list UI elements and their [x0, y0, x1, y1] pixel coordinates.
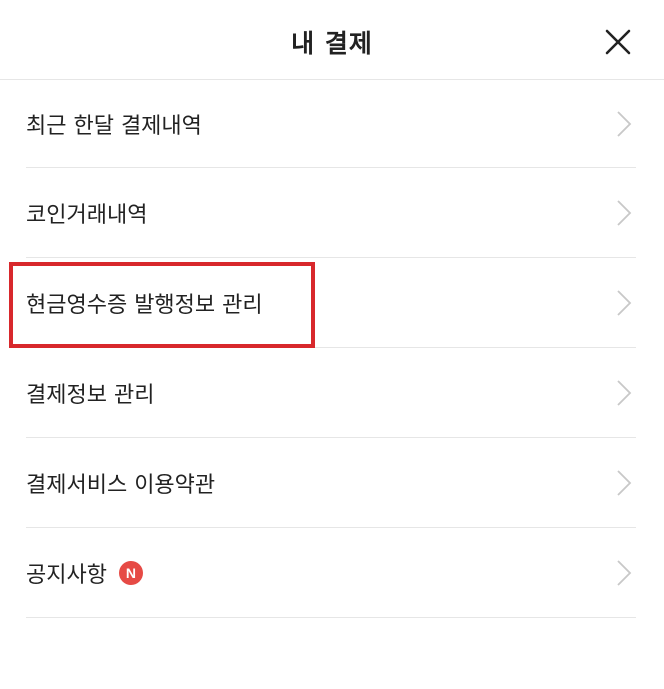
menu-item-label: 최근 한달 결제내역: [26, 113, 202, 139]
menu-item-notices[interactable]: 공지사항 N: [26, 528, 636, 618]
menu-item-label: 결제서비스 이용약관: [26, 472, 216, 498]
new-badge: N: [118, 560, 143, 585]
chevron-right-icon: [617, 559, 632, 586]
chevron-right-icon: [617, 289, 632, 316]
close-button[interactable]: [600, 24, 636, 60]
menu-item-cash-receipt-settings[interactable]: 현금영수증 발행정보 관리: [26, 258, 636, 348]
menu-item-recent-payments[interactable]: 최근 한달 결제내역: [26, 80, 636, 168]
payment-menu-list: 최근 한달 결제내역 코인거래내역 현금영수증 발행정보 관리 결제정보 관리 …: [26, 80, 636, 618]
menu-item-label: 결제정보 관리: [26, 382, 155, 408]
menu-item-label: 코인거래내역: [26, 202, 148, 228]
chevron-right-icon: [617, 199, 632, 226]
page-title: 내 결제: [291, 29, 373, 58]
menu-item-label: 현금영수증 발행정보 관리: [26, 292, 263, 318]
header-bar: 내 결제: [0, 0, 664, 80]
chevron-right-icon: [617, 379, 632, 406]
chevron-right-icon: [617, 110, 632, 137]
menu-item-label-wrap: 공지사항 N: [26, 557, 143, 589]
menu-item-coin-transactions[interactable]: 코인거래내역: [26, 168, 636, 258]
menu-item-label: 공지사항: [26, 562, 107, 588]
menu-item-payment-info-settings[interactable]: 결제정보 관리: [26, 348, 636, 438]
chevron-right-icon: [617, 469, 632, 496]
close-icon: [605, 29, 631, 55]
menu-item-payment-terms[interactable]: 결제서비스 이용약관: [26, 438, 636, 528]
